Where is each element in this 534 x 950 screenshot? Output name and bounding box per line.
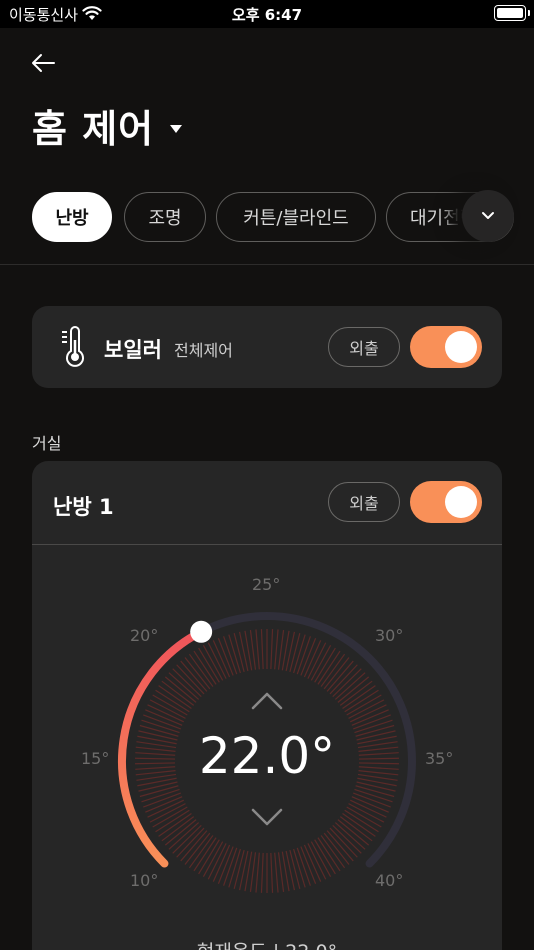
dial-tick: [289, 849, 301, 890]
dial-tick: [310, 645, 332, 681]
battery-icon: [494, 5, 530, 21]
status-bar: 이동통신사 오후 6:47: [0, 0, 534, 28]
dial-tick: [255, 629, 260, 670]
toggle-knob: [445, 486, 477, 518]
temperature-down-button[interactable]: [250, 807, 284, 827]
boiler-name: 보일러: [104, 338, 162, 362]
dial-tick: [270, 852, 274, 893]
clock: 오후 6:47: [231, 6, 303, 24]
chevron-down-icon: [482, 212, 494, 219]
tab-label: 커튼/블라인드: [243, 208, 349, 229]
dial-tick: [249, 852, 257, 893]
category-tabs: 난방 조명 커튼/블라인드 대기전력: [0, 190, 534, 244]
heater-name: 난방 1: [53, 495, 114, 519]
tab-lighting[interactable]: 조명: [124, 192, 206, 242]
scale-label-40: 40°: [375, 871, 404, 890]
tab-label: 조명: [148, 208, 182, 229]
caret-down-icon: [170, 124, 183, 133]
dial-tick: [233, 632, 245, 673]
dial-tick: [249, 629, 257, 670]
dial-tick: [344, 689, 379, 713]
thermometer-icon: [62, 326, 84, 367]
dial-tick: [202, 645, 224, 681]
back-button[interactable]: [30, 48, 62, 78]
page-title-dropdown[interactable]: 홈 제어: [32, 98, 183, 153]
set-temperature: 22.0°: [198, 727, 336, 785]
scale-label-20: 20°: [130, 626, 159, 645]
dial-tick: [152, 806, 188, 828]
current-temperature: 현재온도 | 22.0°: [32, 937, 502, 950]
dial-tick: [155, 689, 190, 713]
scale-label-30: 30°: [375, 626, 404, 645]
scale-label-10: 10°: [130, 871, 159, 890]
dial-tick: [155, 809, 190, 833]
dial-tick: [346, 694, 382, 716]
divider: [0, 264, 534, 265]
boiler-away-button[interactable]: 외출: [328, 327, 400, 367]
dial-tick: [233, 849, 245, 890]
scale-label-25: 25°: [252, 575, 281, 594]
away-label: 외출: [349, 494, 379, 513]
heater-away-button[interactable]: 외출: [328, 482, 400, 522]
dial-handle: [190, 620, 213, 643]
dial-tick: [260, 629, 264, 670]
dial-tick: [152, 694, 188, 716]
dial-tick: [344, 809, 379, 833]
away-label: 외출: [349, 339, 379, 358]
dial-tick: [314, 839, 336, 875]
boiler-subtitle: 전체제어: [174, 341, 233, 360]
dial-tick: [346, 806, 382, 828]
heater-power-toggle[interactable]: [410, 481, 482, 523]
boiler-card: 보일러 전체제어 외출: [32, 306, 502, 388]
dial-tick: [255, 852, 260, 893]
dial-tick: [270, 629, 274, 670]
dial-tick: [277, 629, 285, 670]
back-arrow-icon: [32, 54, 55, 72]
tab-curtain-blind[interactable]: 커튼/블라인드: [216, 192, 376, 242]
dial-tick: [289, 632, 301, 673]
dial-tick: [314, 647, 336, 683]
temperature-dial[interactable]: 10° 15° 20° 25° 30° 35° 40° 22.0°: [32, 545, 502, 945]
dial-tick: [310, 841, 332, 877]
boiler-power-toggle[interactable]: [410, 326, 482, 368]
tab-heating[interactable]: 난방: [32, 192, 112, 242]
dial-tick: [277, 852, 285, 893]
temperature-up-button[interactable]: [250, 691, 284, 711]
dial-tick: [260, 852, 264, 893]
room-label: 거실: [32, 434, 62, 453]
dial-tick: [198, 647, 220, 683]
dial-tick: [198, 839, 220, 875]
page-title: 홈 제어: [32, 107, 155, 151]
dial-tick: [202, 841, 224, 877]
dial-tick: [274, 852, 279, 893]
toggle-knob: [445, 331, 477, 363]
tab-label: 난방: [55, 208, 89, 229]
heater-card: 난방 1 외출 10° 15° 20° 25° 30° 35° 40° 22.0…: [32, 461, 502, 950]
dial-tick: [274, 629, 279, 670]
tabs-expand-button[interactable]: [462, 190, 514, 242]
